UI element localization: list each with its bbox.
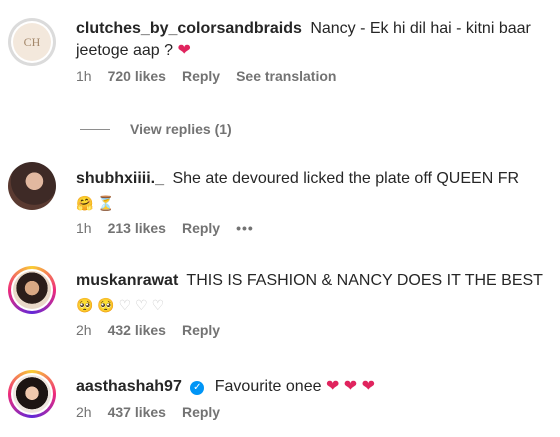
reply-button[interactable]: Reply xyxy=(182,68,220,84)
username[interactable]: clutches_by_colorsandbraids xyxy=(76,20,302,37)
reply-button[interactable]: Reply xyxy=(182,220,220,236)
reply-button[interactable]: Reply xyxy=(182,404,220,420)
comment-text: She ate devoured licked the plate off QU… xyxy=(172,170,520,187)
white-heart-emoji: ♡ xyxy=(151,297,165,313)
heart-emoji: ❤ xyxy=(177,42,191,59)
comment-text: THIS IS FASHION & NANCY DOES IT THE BEST xyxy=(186,272,543,289)
username[interactable]: muskanrawat xyxy=(76,272,178,289)
avatar[interactable]: CH xyxy=(8,18,56,66)
avatar[interactable] xyxy=(8,162,56,210)
heart-emoji: ❤ ❤ ❤ xyxy=(325,378,376,395)
likes-count[interactable]: 720 likes xyxy=(108,68,166,84)
view-replies-button[interactable]: View replies (1) xyxy=(80,121,232,137)
username[interactable]: aasthashah97 xyxy=(76,378,182,395)
likes-count[interactable]: 432 likes xyxy=(108,322,166,338)
view-replies-label: View replies (1) xyxy=(130,121,232,137)
white-heart-emoji: ♡ xyxy=(135,297,148,313)
likes-count[interactable]: 213 likes xyxy=(108,220,166,236)
white-heart-emoji: ♡ xyxy=(118,297,132,313)
pleading-face-emoji: 🥺 xyxy=(76,297,94,313)
hug-emoji: 🤗 xyxy=(76,195,94,211)
avatar-initials: CH xyxy=(23,34,41,49)
avatar[interactable] xyxy=(8,266,56,314)
avatar[interactable] xyxy=(8,370,56,418)
username[interactable]: shubhxiiii._ xyxy=(76,170,164,187)
comment-time: 1h xyxy=(76,68,92,84)
comment-time: 1h xyxy=(76,220,92,236)
hourglass-emoji: ⏳ xyxy=(97,195,115,211)
see-translation-button[interactable]: See translation xyxy=(236,68,336,84)
comment-time: 2h xyxy=(76,322,92,338)
comment-time: 2h xyxy=(76,404,92,420)
more-options-icon[interactable]: ••• xyxy=(236,220,254,236)
pleading-face-emoji: 🥺 xyxy=(97,297,115,313)
comment-text: Favourite onee xyxy=(214,378,322,395)
reply-button[interactable]: Reply xyxy=(182,322,220,338)
reply-divider-line xyxy=(80,128,110,130)
likes-count[interactable]: 437 likes xyxy=(108,404,166,420)
verified-badge-icon: ✓ xyxy=(190,381,205,395)
